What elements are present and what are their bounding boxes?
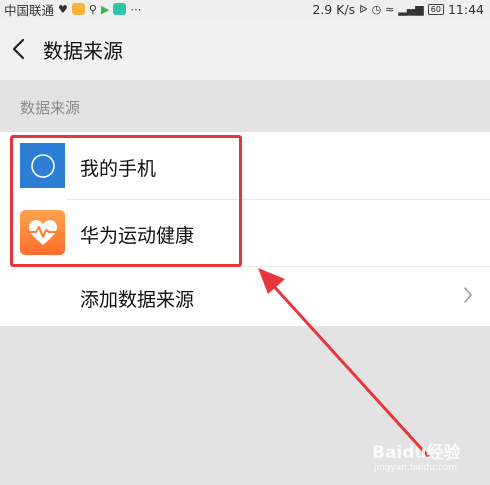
status-bar-right: 2.9 K/s ᐉ ◷ ≈ ▂▄▆ 60 11:44 — [312, 2, 484, 17]
data-source-list: 我的手机 华为运动健康 添加数据来源 — [0, 132, 490, 326]
battery-icon: 60 — [427, 3, 444, 15]
section-label: 数据来源 — [20, 99, 81, 117]
clock: 11:44 — [447, 1, 484, 17]
add-data-source-row[interactable]: 添加数据来源 — [0, 266, 490, 326]
shield-heart-icon: ♥ — [58, 2, 68, 16]
source-label-huawei-health: 华为运动健康 — [80, 225, 195, 247]
status-bar: 中国联通 ♥ ⚲ ▶ ⋯ 2.9 K/s ᐉ ◷ ≈ ▂▄▆ 60 11:44 — [0, 0, 490, 18]
status-bar-left: 中国联通 ♥ ⚲ ▶ ⋯ — [4, 0, 141, 18]
list-item-my-phone[interactable]: 我的手机 — [0, 132, 490, 199]
signal-icon: ▂▄▆ — [398, 2, 424, 16]
watermark-text: Baidu经验 — [372, 443, 461, 463]
add-data-source-label: 添加数据来源 — [80, 289, 195, 311]
header-bar: 数据来源 — [0, 18, 490, 80]
chevron-right-icon — [464, 287, 472, 303]
app-notification-icon — [71, 3, 85, 15]
bluetooth-icon: ᐉ — [359, 2, 368, 16]
baidu-watermark: Baidu经验 jingyan.baidu.com — [372, 438, 461, 473]
page-title: 数据来源 — [43, 38, 123, 63]
source-label-my-phone: 我的手机 — [80, 158, 157, 180]
network-speed: 2.9 K/s — [312, 1, 356, 17]
back-arrow-icon[interactable] — [9, 37, 29, 61]
carrier-name: 中国联通 — [4, 2, 55, 18]
phone-circle-icon — [20, 143, 65, 188]
wifi-icon: ≈ — [385, 2, 395, 16]
alarm-icon: ◷ — [371, 2, 382, 16]
more-notifications-icon: ⋯ — [130, 2, 142, 16]
watermark-subtext: jingyan.baidu.com — [374, 463, 458, 473]
list-item-huawei-health[interactable]: 华为运动健康 — [0, 199, 490, 266]
app-notification-icon-2 — [113, 3, 127, 15]
huawei-health-icon — [20, 210, 65, 255]
play-icon: ▶ — [100, 2, 110, 16]
key-icon: ⚲ — [88, 2, 97, 16]
